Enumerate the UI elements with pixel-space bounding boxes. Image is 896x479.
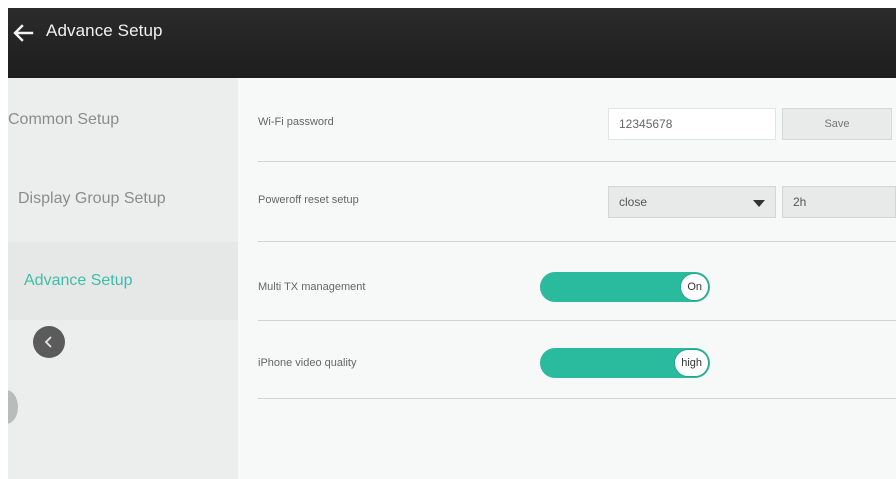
sidebar: Common Setup Display Group Setup Advance… bbox=[8, 78, 238, 479]
app-window: Advance Setup Common Setup Display Group… bbox=[8, 8, 896, 479]
sidebar-item-label: Common Setup bbox=[8, 111, 120, 128]
wifi-password-input[interactable]: 12345678 bbox=[608, 108, 776, 140]
sidebar-item-display-group-setup[interactable]: Display Group Setup bbox=[8, 160, 238, 238]
title-bar: Advance Setup bbox=[8, 8, 896, 78]
save-button-label: Save bbox=[824, 118, 850, 130]
page-title: Advance Setup bbox=[46, 21, 163, 40]
iphone-quality-label: iPhone video quality bbox=[258, 357, 357, 369]
toggle-state-label: high bbox=[681, 357, 702, 369]
caret-down-icon bbox=[753, 200, 765, 207]
sidebar-item-common-setup[interactable]: Common Setup bbox=[8, 81, 238, 159]
iphone-quality-row: iPhone video quality high bbox=[238, 320, 896, 400]
multi-tx-label: Multi TX management bbox=[258, 281, 366, 293]
toggle-knob: high bbox=[674, 349, 709, 377]
divider bbox=[258, 398, 896, 399]
multi-tx-toggle[interactable]: On bbox=[540, 272, 710, 302]
poweroff-duration-value: 2h bbox=[793, 195, 807, 209]
poweroff-reset-label: Poweroff reset setup bbox=[258, 194, 359, 206]
edge-handle[interactable] bbox=[8, 390, 18, 424]
toggle-knob: On bbox=[680, 273, 709, 301]
poweroff-duration-select[interactable]: 2h bbox=[782, 186, 896, 218]
poweroff-reset-row: Poweroff reset setup close 2h bbox=[238, 161, 896, 241]
arrow-left-icon[interactable] bbox=[12, 22, 34, 44]
multi-tx-row: Multi TX management On bbox=[238, 241, 896, 321]
wifi-password-row: Wi-Fi password 12345678 Save bbox=[238, 78, 896, 158]
sidebar-item-label: Display Group Setup bbox=[18, 190, 166, 207]
wifi-password-value: 12345678 bbox=[619, 117, 673, 131]
iphone-quality-toggle[interactable]: high bbox=[540, 348, 710, 378]
sidebar-item-advance-setup[interactable]: Advance Setup bbox=[8, 242, 238, 320]
sidebar-item-label: Advance Setup bbox=[24, 272, 133, 289]
save-button[interactable]: Save bbox=[782, 108, 892, 140]
toggle-state-label: On bbox=[687, 281, 702, 293]
poweroff-mode-value: close bbox=[619, 195, 648, 209]
chevron-left-icon bbox=[44, 336, 52, 348]
wifi-password-label: Wi-Fi password bbox=[258, 116, 334, 128]
collapse-sidebar-button[interactable] bbox=[33, 326, 65, 358]
settings-panel: Wi-Fi password 12345678 Save Poweroff re… bbox=[238, 78, 896, 479]
poweroff-mode-select[interactable]: close bbox=[608, 186, 776, 218]
